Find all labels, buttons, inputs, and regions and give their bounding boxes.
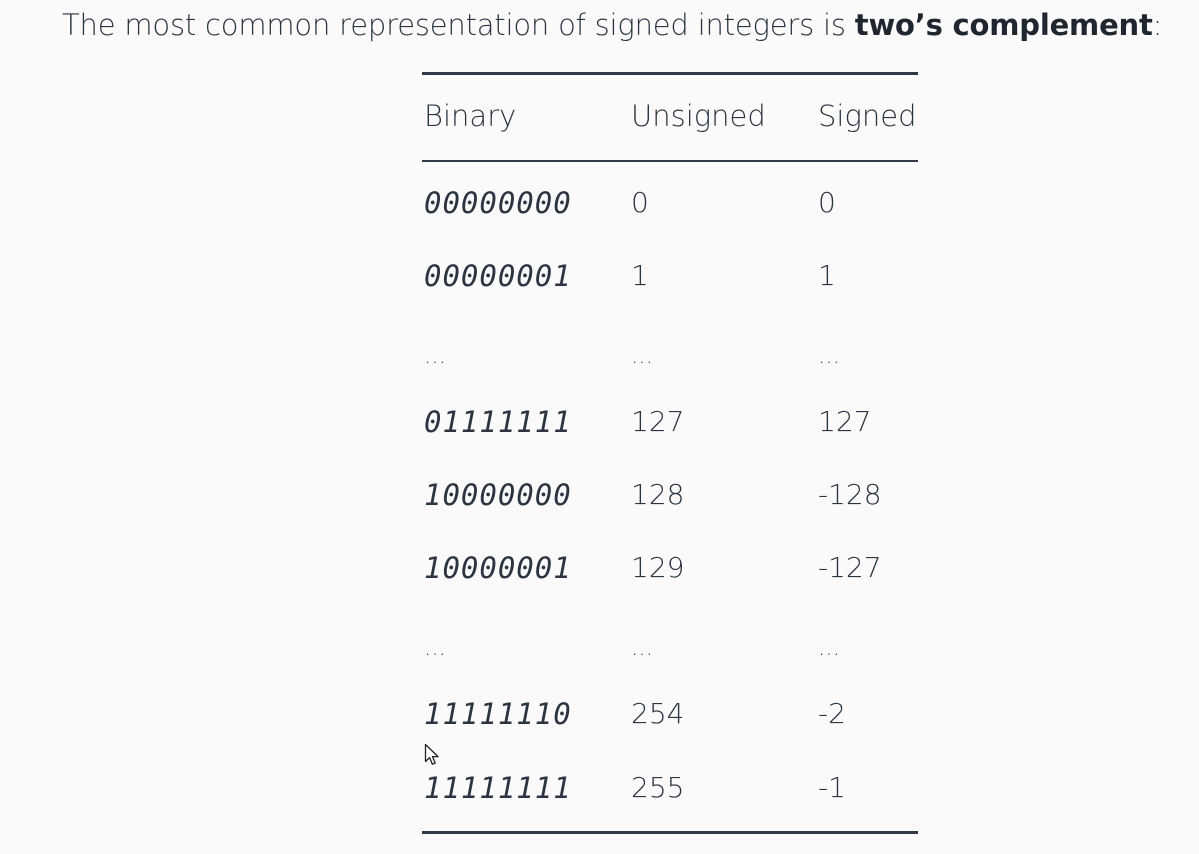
cell-unsigned: 127 xyxy=(631,405,685,438)
cell-signed: 127 xyxy=(818,405,872,438)
mouse-pointer-icon xyxy=(424,743,439,765)
cell-unsigned: 129 xyxy=(631,551,685,584)
cell-signed: -1 xyxy=(818,771,846,804)
cell-signed: 0 xyxy=(818,186,836,219)
cell-binary: 01111111 xyxy=(424,405,572,439)
cell-unsigned: … xyxy=(631,344,654,369)
cell-signed: 1 xyxy=(818,259,836,292)
intro-paragraph: The most common representation of signed… xyxy=(62,3,1162,47)
cell-unsigned: 254 xyxy=(631,697,685,730)
intro-text: The most common representation of signed… xyxy=(62,8,855,42)
intro-emphasis: two’s complement xyxy=(854,8,1153,42)
cell-binary: 11111111 xyxy=(424,771,572,805)
cell-binary: 10000001 xyxy=(424,551,572,585)
table-bottom-rule xyxy=(422,831,918,834)
cell-binary: 10000000 xyxy=(424,478,572,512)
cell-binary: 00000000 xyxy=(424,186,572,220)
cell-binary: 11111110 xyxy=(424,697,572,731)
intro-suffix: : xyxy=(1152,8,1163,42)
header-unsigned: Unsigned xyxy=(631,99,766,133)
cell-binary: … xyxy=(424,636,447,661)
header-signed: Signed xyxy=(818,99,917,133)
cell-binary: … xyxy=(424,344,447,369)
cell-unsigned: 0 xyxy=(631,186,649,219)
table-header-rule xyxy=(422,160,918,162)
cell-signed: -2 xyxy=(818,697,846,730)
cell-unsigned: … xyxy=(631,636,654,661)
cell-signed: -127 xyxy=(818,551,882,584)
cell-binary: 00000001 xyxy=(424,259,572,293)
cell-unsigned: 1 xyxy=(631,259,649,292)
cell-unsigned: 128 xyxy=(631,478,685,511)
cell-signed: … xyxy=(818,636,841,661)
table-top-rule xyxy=(422,72,918,75)
cell-signed: -128 xyxy=(818,478,882,511)
cell-unsigned: 255 xyxy=(631,771,685,804)
header-binary: Binary xyxy=(424,99,517,133)
cell-signed: … xyxy=(818,344,841,369)
